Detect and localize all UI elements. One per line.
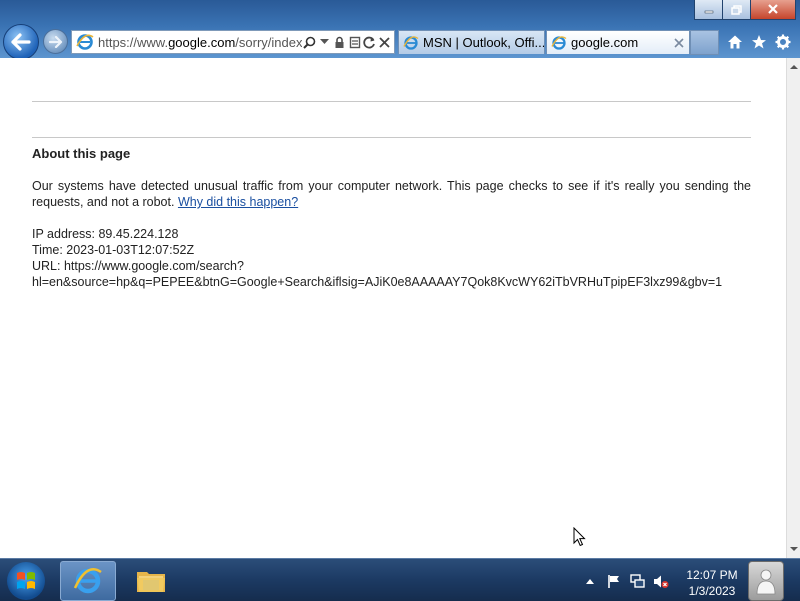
ip-address: IP address: 89.45.224.128 [32, 227, 179, 241]
url-line: URL: https://www.google.com/search? [32, 259, 244, 273]
maximize-button[interactable] [722, 0, 751, 20]
stop-icon [379, 36, 390, 48]
divider-top [32, 101, 751, 102]
mouse-cursor-icon [573, 527, 586, 547]
flag-icon [608, 574, 619, 588]
show-hidden-icons[interactable] [582, 573, 598, 589]
action-center[interactable] [606, 573, 622, 589]
ie-icon [76, 34, 94, 50]
dropdown-icon [320, 39, 329, 44]
security-lock[interactable] [332, 33, 347, 51]
taskbar: 12:07 PM 1/3/2023 [0, 558, 800, 601]
tab-msn[interactable]: MSN | Outlook, Offi... [398, 30, 545, 54]
scroll-up-icon[interactable] [787, 60, 800, 74]
search-button[interactable] [302, 33, 317, 51]
start-button[interactable] [7, 562, 45, 600]
tab-google[interactable]: google.com [546, 30, 690, 54]
address-bar[interactable]: https://www.google.com/sorry/index [71, 30, 395, 54]
ie-icon [73, 568, 102, 594]
ie-icon [551, 35, 567, 50]
request-info: IP address: 89.45.224.128 Time: 2023-01-… [32, 226, 757, 290]
window-controls [694, 0, 796, 20]
address-dropdown[interactable] [317, 33, 332, 51]
network-icon [629, 573, 645, 588]
url-domain: google.com [168, 34, 236, 50]
divider [32, 137, 751, 138]
back-icon [11, 33, 31, 51]
compat-icon [349, 36, 360, 48]
search-icon [303, 36, 316, 49]
why-link[interactable]: Why did this happen? [178, 195, 298, 209]
clock-time: 12:07 PM [686, 568, 738, 582]
user-icon [756, 569, 776, 595]
home-icon [728, 35, 742, 49]
network-status[interactable] [629, 573, 645, 589]
url-prefix: https://www. [98, 34, 169, 50]
timestamp: Time: 2023-01-03T12:07:52Z [32, 243, 195, 257]
close-icon [768, 4, 778, 14]
new-tab-button[interactable] [690, 30, 719, 55]
tab-label: google.com [571, 35, 639, 50]
explanation-text: Our systems have detected unusual traffi… [32, 179, 751, 209]
taskbar-internet-explorer[interactable] [60, 561, 116, 601]
windows-logo-icon [17, 572, 35, 589]
page-heading: About this page [32, 146, 131, 161]
tools-icon [775, 34, 791, 50]
tab-label: MSN | Outlook, Offi... [423, 35, 544, 50]
user-button[interactable] [748, 561, 784, 601]
tools-button[interactable] [772, 31, 794, 53]
compatibility-button[interactable] [347, 33, 362, 51]
favorites-icon [752, 35, 766, 49]
tab-close-icon[interactable] [674, 37, 684, 48]
volume-muted-icon [654, 575, 669, 588]
folder-icon [137, 572, 165, 592]
url-suffix: /sorry/index [235, 34, 302, 50]
explanation-paragraph: Our systems have detected unusual traffi… [32, 178, 751, 210]
taskbar-windows-explorer[interactable] [124, 561, 178, 599]
home-button[interactable] [724, 31, 746, 53]
maximize-icon [731, 4, 742, 15]
forward-button[interactable] [43, 29, 68, 54]
address-url[interactable]: https://www.google.com/sorry/index [98, 35, 302, 50]
scroll-down-icon[interactable] [787, 542, 800, 556]
lock-icon [335, 36, 344, 48]
forward-icon [48, 35, 62, 48]
close-button[interactable] [750, 0, 796, 20]
refresh-icon [363, 36, 375, 48]
ie-icon [403, 35, 419, 50]
clock-date: 1/3/2023 [688, 584, 736, 598]
browser-chrome: https://www.google.com/sorry/index MSN |… [0, 0, 800, 60]
minimize-icon [704, 10, 713, 13]
page-content: About this page Our systems have detecte… [0, 58, 786, 558]
volume-control[interactable] [653, 573, 669, 589]
up-arrow-icon [586, 579, 594, 584]
favorites-button[interactable] [748, 31, 770, 53]
back-button[interactable] [3, 24, 39, 60]
url-query: hl=en&source=hp&q=PEPEE&btnG=Google+Sear… [32, 275, 723, 289]
refresh-button[interactable] [362, 33, 377, 51]
stop-button[interactable] [377, 33, 392, 51]
system-clock[interactable]: 12:07 PM 1/3/2023 [680, 567, 744, 599]
minimize-button[interactable] [694, 0, 723, 20]
vertical-scrollbar[interactable] [786, 58, 800, 558]
